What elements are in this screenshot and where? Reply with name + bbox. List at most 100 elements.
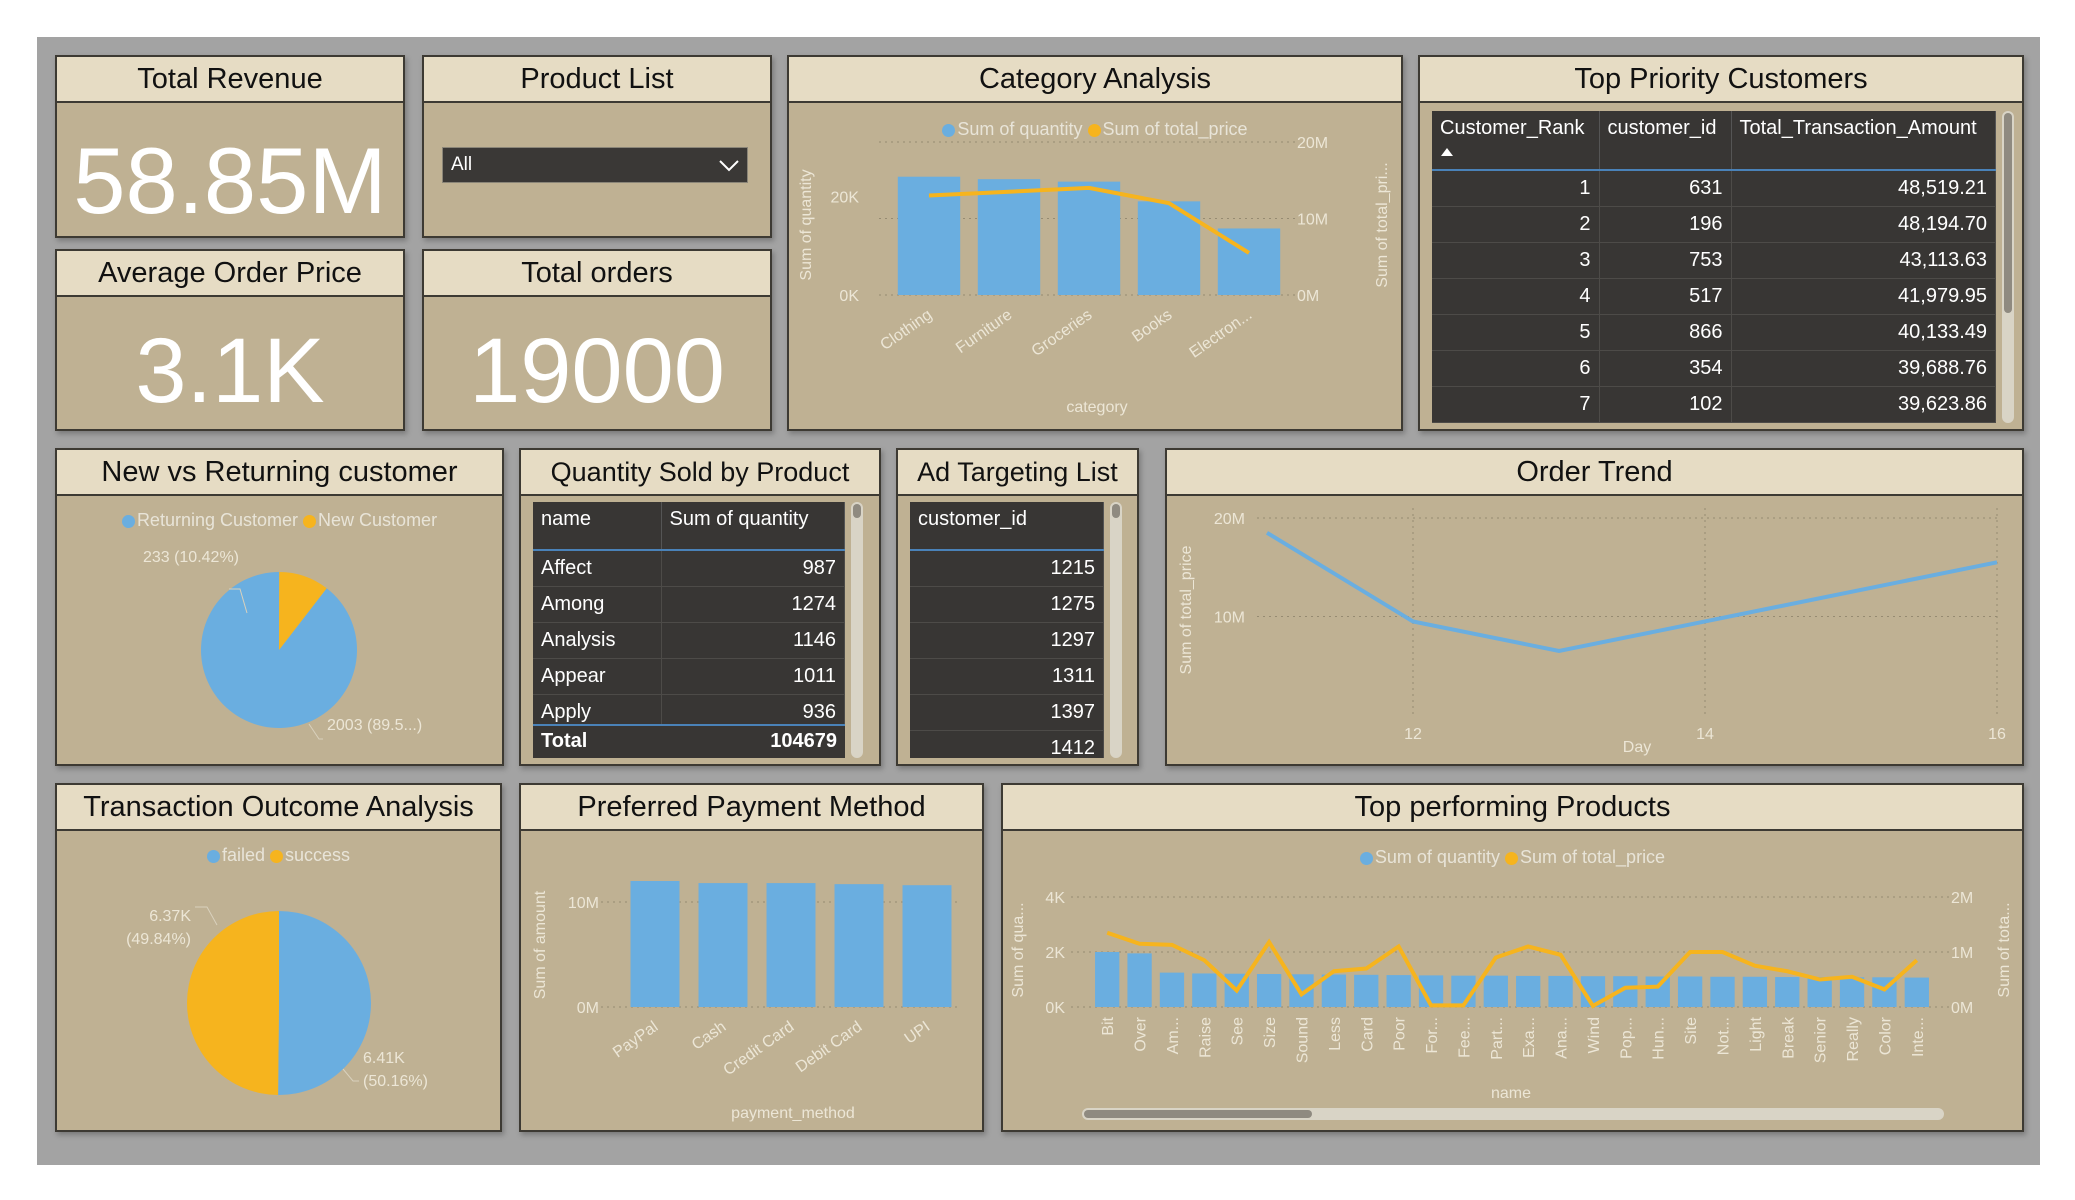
scrollbar-thumb[interactable] [853,504,861,518]
table-row[interactable]: 2 196 48,194.70 [1432,206,1996,243]
table-cell: 1274 [661,586,845,623]
table-row[interactable]: 1215 [910,550,1104,587]
x-tick-label: Really [1845,1017,1862,1061]
card-title: Quantity Sold by Product [521,450,879,496]
column-header[interactable]: Sum of quantity [661,502,845,551]
table-cell: 1 [1432,170,1600,207]
table-row[interactable]: 1275 [910,586,1104,623]
x-tick-label: See [1230,1017,1247,1046]
table-row[interactable]: 1397 [910,694,1104,731]
payment-method-chart: 0M 10M PayPal CashCredit CardDebit Card UPI p… [532,881,961,1122]
quantity-table-wrap: name Sum of quantity Affect 987 Among 1274 A… [533,502,845,758]
product-dropdown-value: All [451,154,473,175]
x-tick-label: Electron... [1187,306,1256,361]
y2-tick-label: 20M [1297,135,1328,152]
data-label: 6.41K [363,1050,405,1067]
table-row[interactable]: 6 354 39,688.76 [1432,350,1996,387]
y2-tick-label: 10M [1297,212,1328,229]
table-cell: 753 [1599,242,1732,279]
table-cell: 4 [1432,278,1600,315]
scrollbar-thumb[interactable] [1084,1110,1312,1118]
table-cell: Affect [533,550,662,587]
bar [630,881,680,1007]
horizontal-scrollbar[interactable] [1082,1108,1944,1120]
table-scrollbar[interactable] [1110,502,1122,758]
y-tick-label: 10M [568,895,599,912]
x-tick-label: Exa... [1521,1017,1538,1058]
table-row[interactable]: 5 866 40,133.49 [1432,314,1996,351]
x-tick-label: Poor [1392,1016,1409,1050]
y-tick-label: 0K [839,288,859,305]
leader-line [308,723,323,740]
column-header[interactable]: customer_id [1599,111,1732,171]
x-tick-label: Cash [689,1018,729,1053]
table-row[interactable]: 1 631 48,519.21 [1432,170,1996,207]
table-row[interactable]: 1311 [910,658,1104,695]
y-tick-label: 10M [1214,610,1245,627]
x-tick-label: Pop... [1618,1017,1635,1059]
x-tick-label: UPI [902,1018,934,1047]
bar [1548,975,1573,1007]
product-dropdown[interactable]: All [442,147,748,183]
y-tick-label: 20K [831,189,860,206]
table-row[interactable]: 1412 [910,730,1104,758]
column-header[interactable]: name [533,502,662,551]
y-axis-label: Sum of amount [532,890,549,999]
y-tick-label: 0M [577,1000,599,1017]
table-cell: 196 [1599,206,1732,243]
x-axis-label: Day [1623,739,1651,756]
column-header[interactable]: Customer_Rank [1432,111,1600,171]
y-tick-label: 0K [1045,1000,1065,1017]
table-cell: 1011 [661,658,845,695]
table-cell: 2 [1432,206,1600,243]
x-tick-label: Site [1683,1017,1700,1045]
column-header[interactable]: customer_id [910,502,1104,551]
table-row[interactable]: Analysis 1146 [533,622,845,659]
quantity-by-product-card: Quantity Sold by Product name Sum of qua… [519,448,881,766]
table-row[interactable]: 1297 [910,622,1104,659]
table-row[interactable]: 7 102 39,623.86 [1432,386,1996,423]
y2-tick-label: 2M [1951,890,1973,907]
x-tick-label: Break [1780,1016,1797,1059]
column-header[interactable]: Total_Transaction_Amount [1731,111,1996,171]
leader-line [195,906,218,926]
data-label: 233 (10.42%) [143,549,239,566]
table-cell: 1397 [910,694,1104,731]
sort-ascending-icon [1441,148,1453,156]
table-scrollbar[interactable] [2002,111,2014,423]
leader-line [342,1068,359,1082]
table-row[interactable]: Affect 987 [533,550,845,587]
table-cell: 517 [1599,278,1732,315]
table-cell: 43,113.63 [1731,242,1996,279]
quantity-table: name Sum of quantity Affect 987 Among 1274 A… [533,502,845,731]
top-customers-body: 1 631 48,519.21 2 196 48,194.70 3 753 43,113.63 4… [1432,170,1996,423]
table-row[interactable]: Among 1274 [533,586,845,623]
y-axis-label: Sum of quantity [798,169,815,280]
scrollbar-thumb[interactable] [1112,504,1120,518]
table-cell: 40,133.49 [1731,314,1996,351]
bar [1677,976,1703,1007]
data-label: (49.84%) [126,931,191,948]
table-cell: 41,979.95 [1731,278,1996,315]
bar [1192,973,1217,1007]
table-cell: 39,688.76 [1731,350,1996,387]
total-orders-card: Total orders 19000 [422,249,772,431]
table-row[interactable]: Appear 1011 [533,658,845,695]
table-row[interactable]: 3 753 43,113.63 [1432,242,1996,279]
total-row: Total 104679 [533,724,845,758]
bar [1645,976,1670,1007]
avg-order-price-card: Average Order Price 3.1K [55,249,405,431]
table-cell: 39,623.86 [1731,386,1996,423]
card-title: Total Revenue [57,57,403,103]
payment-method-card: Preferred Payment Method 0M 10M PayPal Cash… [519,783,984,1132]
x-tick-label: Clothing [877,306,935,354]
table-row[interactable]: 4 517 41,979.95 [1432,278,1996,315]
total-label: Total [541,730,588,752]
pie-slice [187,911,279,1095]
new-vs-returning-card: New vs Returning customer Returning Cust… [55,448,504,766]
table-cell: 48,194.70 [1731,206,1996,243]
table-scrollbar[interactable] [851,502,863,758]
scrollbar-thumb[interactable] [2004,113,2012,313]
bar [1386,975,1411,1007]
top-products-card: Top performing Products Sum of quantity … [1001,783,2024,1132]
